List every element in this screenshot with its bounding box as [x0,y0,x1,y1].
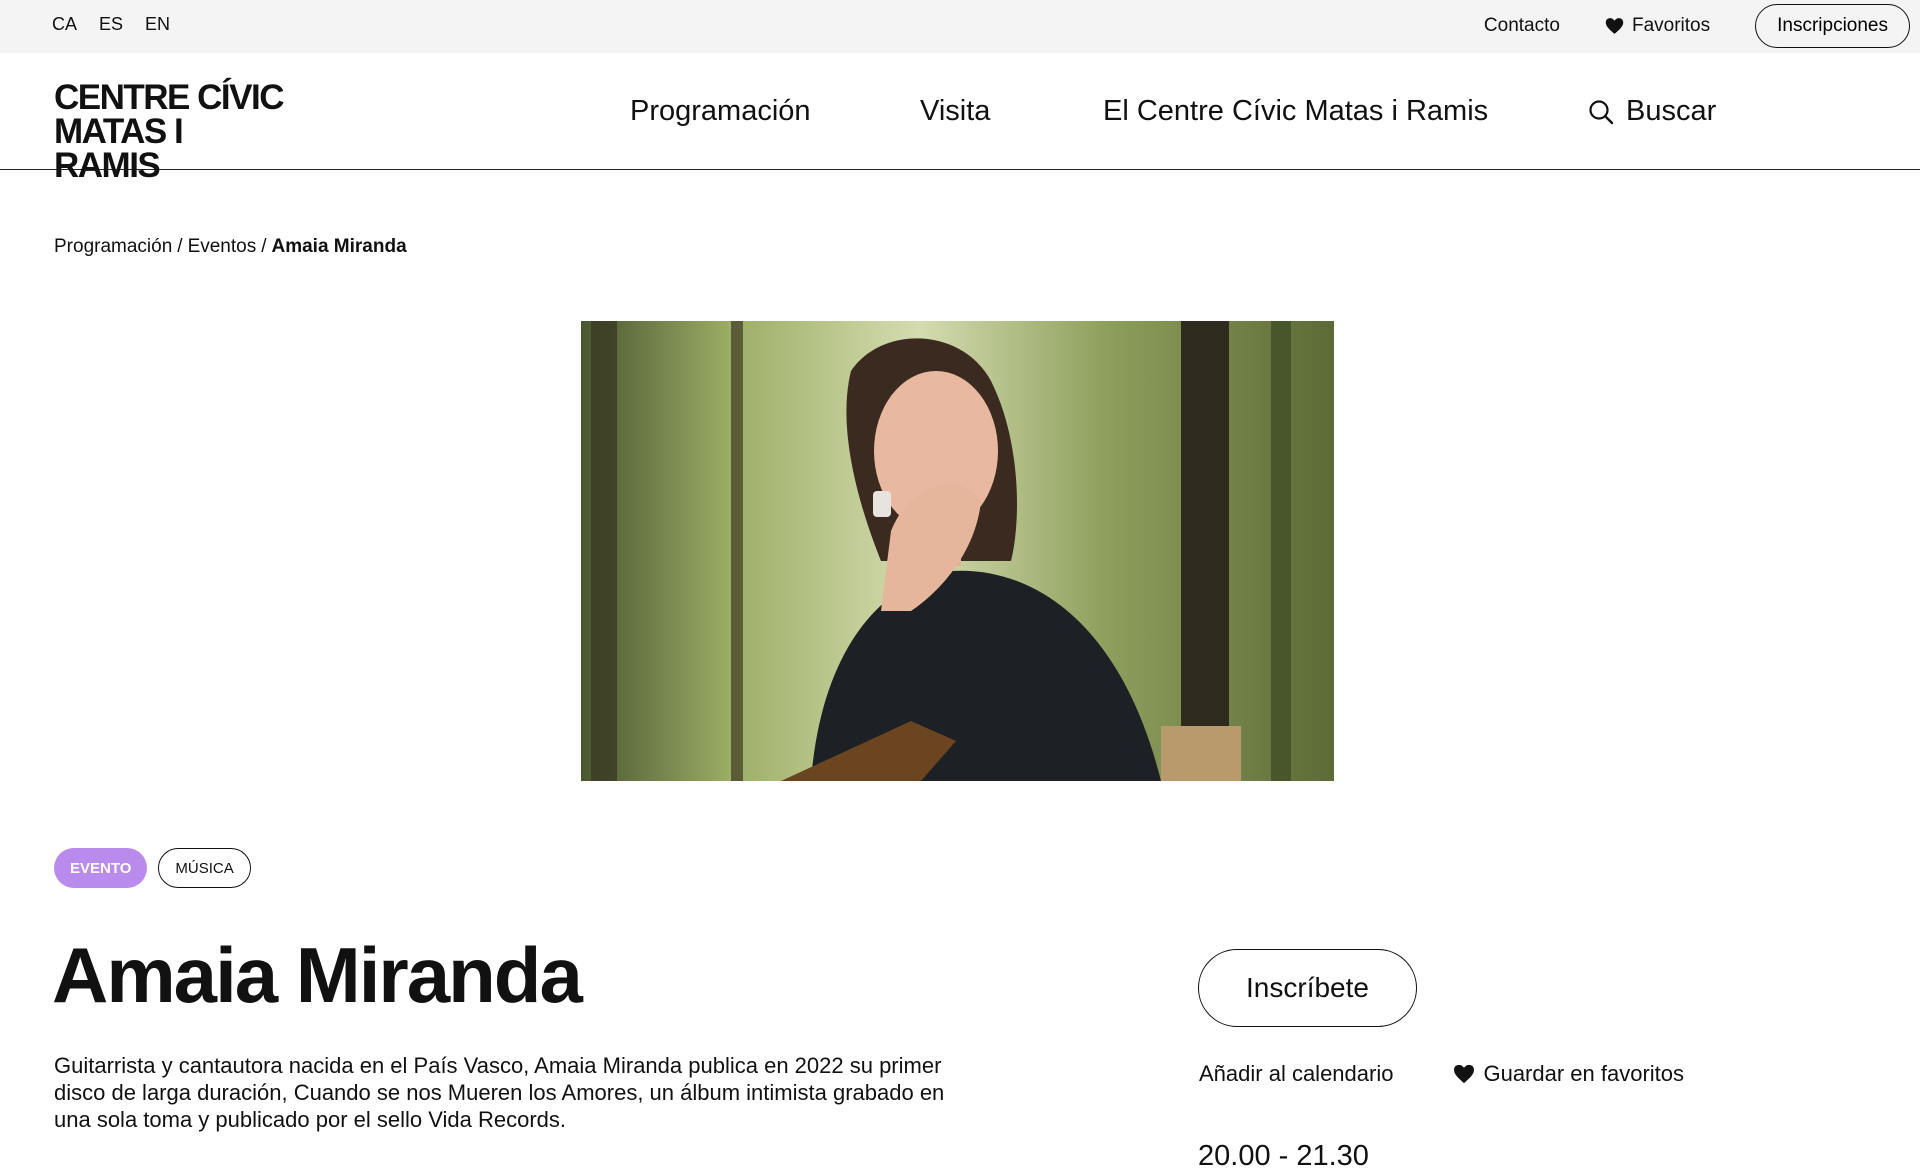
signup-button[interactable]: Inscripciones [1755,4,1910,48]
favorites-label: Favoritos [1631,15,1711,36]
event-hero-image [581,321,1334,781]
lang-ca[interactable]: CA [52,14,77,35]
main-nav: CENTRE CÍVIC MATAS I RAMIS Programación … [0,53,1920,183]
event-title: Amaia Miranda [52,931,583,1019]
event-tags: EVENTO MÚSICA [54,848,251,888]
breadcrumb-programacion[interactable]: Programación [54,236,172,257]
search-button[interactable]: Buscar [1588,95,1716,128]
breadcrumb: Programación / Eventos / Amaia Miranda [54,236,407,257]
hero-photo [581,321,1334,781]
event-description: Guitarrista y cantautora nacida en el Pa… [54,1052,954,1155]
breadcrumb-current: Amaia Miranda [271,236,407,257]
tag-musica[interactable]: MÚSICA [158,848,251,888]
lang-es[interactable]: ES [99,14,123,35]
save-favorites-label: Guardar en favoritos [1483,1061,1685,1086]
top-bar: CA ES EN Contacto Favoritos Inscripcione… [0,0,1920,53]
contact-link[interactable]: Contacto [1484,15,1560,37]
event-actions: Añadir al calendario Guardar en favorito… [1199,1061,1684,1087]
logo-line-1: CENTRE CÍVIC [54,78,284,117]
language-switcher: CA ES EN [52,14,170,35]
heart-icon [1605,18,1624,34]
logo-line-2: MATAS I RAMIS [54,112,184,185]
top-right-links: Contacto Favoritos Inscripciones [1484,4,1910,48]
event-time: 20.00 - 21.30 [1198,1140,1369,1172]
tag-evento[interactable]: EVENTO [54,848,148,888]
lang-en[interactable]: EN [145,14,170,35]
search-icon [1589,99,1614,124]
add-to-calendar-link[interactable]: Añadir al calendario [1199,1061,1393,1087]
event-description-paragraph: Guitarrista y cantautora nacida en el Pa… [54,1053,945,1132]
favorites-link[interactable]: Favoritos [1605,15,1710,37]
site-logo[interactable]: CENTRE CÍVIC MATAS I RAMIS [54,78,294,185]
nav-programacion[interactable]: Programación [630,95,811,128]
save-favorites-link[interactable]: Guardar en favoritos [1453,1061,1684,1087]
breadcrumb-eventos[interactable]: Eventos [188,236,257,257]
heart-icon [1454,1064,1475,1084]
nav-visita[interactable]: Visita [920,95,990,128]
nav-centre-civic[interactable]: El Centre Cívic Matas i Ramis [1103,95,1488,128]
search-label: Buscar [1626,95,1717,127]
register-button[interactable]: Inscríbete [1198,949,1417,1027]
